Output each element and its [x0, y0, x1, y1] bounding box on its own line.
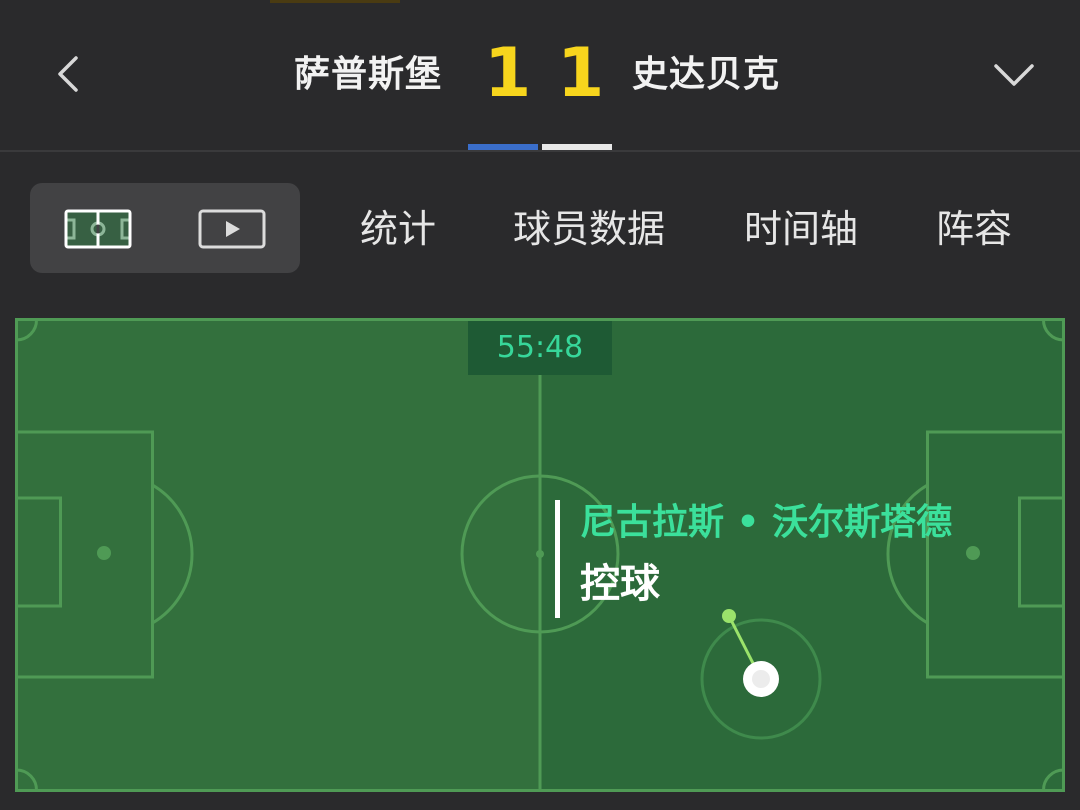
ball-position-marker	[700, 609, 822, 740]
view-mode-switch	[30, 183, 300, 273]
home-score: 1	[484, 34, 532, 113]
chevron-left-icon[interactable]	[48, 52, 92, 96]
match-header: 萨普斯堡 1 1 史达贝克	[0, 0, 1080, 150]
tab-timeline[interactable]: 时间轴	[744, 204, 858, 254]
event-player-name: 尼古拉斯 • 沃尔斯塔德	[580, 502, 953, 543]
chevron-down-icon[interactable]	[990, 56, 1038, 96]
event-action: 控球	[580, 561, 660, 607]
tab-player-data[interactable]: 球员数据	[513, 204, 665, 254]
left-penalty-spot	[97, 546, 111, 560]
away-score: 1	[557, 34, 605, 113]
video-play-icon[interactable]	[198, 209, 266, 249]
live-pitch	[15, 318, 1065, 792]
match-clock: 55:48	[468, 321, 612, 375]
right-penalty-spot	[966, 546, 980, 560]
home-team-name[interactable]: 萨普斯堡	[294, 50, 442, 100]
event-marker-bar	[555, 500, 560, 618]
header-divider	[0, 150, 1080, 152]
tab-stats[interactable]: 统计	[360, 204, 436, 254]
tab-lineup[interactable]: 阵容	[936, 204, 1012, 254]
center-spot	[536, 550, 544, 558]
football-pitch-icon[interactable]	[64, 209, 132, 249]
away-team-name[interactable]: 史达贝克	[632, 50, 780, 100]
